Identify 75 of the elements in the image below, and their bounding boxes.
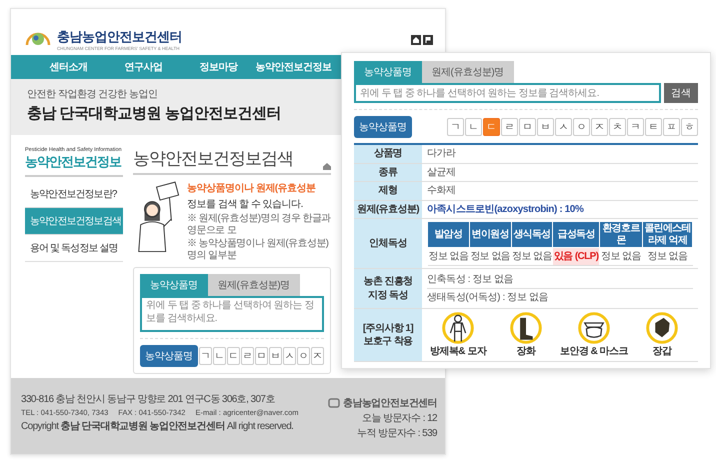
consonant-key[interactable]: ㅅ — [283, 347, 296, 365]
boots-icon — [510, 312, 542, 344]
row-value: 다가라 — [427, 148, 456, 160]
footer-address: 330-816 충남 천안시 동남구 망향로 201 연구C동 306호, 307호 — [21, 393, 276, 406]
goggles-mask-icon — [578, 312, 610, 344]
row-label: 인체독성 — [354, 218, 422, 268]
row-value: 살균제 — [427, 166, 456, 178]
intro-headline: 농약상품명이나 원제(유효성분 — [187, 182, 317, 195]
toxicity-note: 인축독성 : 정보 없음 — [427, 271, 693, 289]
search-tab[interactable]: 원제(유효성분)명 — [208, 274, 300, 296]
ppe-label: 보안경 & 마스크 — [560, 345, 628, 358]
consonant-key[interactable]: ㅁ — [255, 347, 268, 365]
toxicity-note: 생태독성(어독성) : 정보 없음 — [427, 291, 549, 305]
sidebar-title: 농약안전보건정보 — [25, 153, 123, 177]
intro-text: 정보를 검색 할 수 있습니다. — [187, 198, 304, 211]
banner-tagline: 안전한 작업환경 건강한 농업인 — [27, 88, 158, 101]
consonant-key[interactable]: ㄴ — [213, 347, 226, 365]
intro-note: ※ 원제(유효성분)명의 경우 한글과 영문으로 모 — [187, 213, 331, 236]
consonant-key[interactable]: ㄹ — [241, 347, 254, 365]
consonant-key[interactable]: ㄱ — [199, 347, 212, 365]
consonant-key[interactable]: ㅇ — [297, 347, 310, 365]
consonant-key[interactable]: ㅋ — [627, 118, 644, 136]
ppe-label: 장화 — [516, 345, 536, 358]
toxicity-header: 콜린에스테라제 억제 — [642, 222, 692, 248]
intro-note: ※ 농약상품명이나 원제(유효성분)명의 일부분 — [187, 238, 330, 261]
toxicity-header: 급성독성 — [552, 222, 600, 248]
consonant-key[interactable]: ㄹ — [501, 118, 518, 136]
visitor-count: 누적 방문자수 : 539 — [357, 427, 437, 440]
consonant-key[interactable]: ㅈ — [311, 347, 324, 365]
consonant-key[interactable]: ㄱ — [447, 118, 464, 136]
product-name-button[interactable]: 농약상품명 — [354, 116, 412, 138]
home-icon[interactable] — [411, 35, 421, 45]
ppe-label: 방제복& 모자 — [430, 345, 486, 358]
toxicity-header: 환경호르몬 — [599, 222, 643, 248]
consonant-key[interactable]: ㅇ — [573, 118, 590, 136]
consonant-key[interactable]: ㅁ — [519, 118, 536, 136]
sidebar-item[interactable]: 용어 및 독성정보 설명 — [25, 235, 123, 262]
consonant-key[interactable]: ㄷ — [227, 347, 240, 365]
consonant-key[interactable]: ㅂ — [269, 347, 282, 365]
banner-title: 충남 단국대학교병원 농업안전보건센터 — [27, 104, 281, 123]
row-label: 농촌 진흥청 지정 독성 — [354, 268, 422, 308]
row-label: [주의사항 1] 보호구 착용 — [354, 308, 422, 362]
toxicity-header: 변이원성 — [469, 222, 512, 248]
toxicity-header: 발암성 — [428, 222, 470, 248]
consonant-key[interactable]: ㄴ — [465, 118, 482, 136]
search-field[interactable]: 위에 두 탭 중 하나를 선택하여 원하는 정보를 검색하세요. — [140, 296, 324, 332]
product-name-button[interactable]: 농약상품명 — [140, 345, 198, 367]
visitor-count: 오늘 방문자수 : 12 — [362, 412, 437, 425]
footer-logo-text: 충남농업안전보건센터 — [342, 397, 437, 410]
row-value: 수화제 — [427, 185, 456, 196]
search-button[interactable]: 검색 — [664, 83, 698, 103]
footer-copyright: Copyright 충남 단국대학교병원 농업안전보건센터 All right reserved. — [21, 420, 294, 433]
row-label: 원제(유효성분) — [354, 200, 422, 218]
consonant-key[interactable]: ㅎ — [681, 118, 698, 136]
consonant-key[interactable]: ㅂ — [537, 118, 554, 136]
consonant-key[interactable]: ㅊ — [609, 118, 626, 136]
row-label: 상품명 — [354, 144, 422, 163]
home-icon — [323, 163, 331, 170]
row-label: 종류 — [354, 163, 422, 182]
ppe-label: 장갑 — [652, 345, 672, 358]
consonant-key[interactable]: ㅅ — [555, 118, 572, 136]
search-tab[interactable]: 원제(유효성분)명 — [422, 61, 514, 83]
toxicity-cell: 있음 (CLP) — [552, 248, 600, 266]
flag-icon[interactable] — [423, 35, 433, 45]
search-field[interactable]: 위에 두 탭 중 하나를 선택하여 원하는 정보를 검색하세요. — [354, 83, 661, 103]
ingredient-link[interactable]: 아족시스트로빈(azoxystrobin) : 10% — [427, 204, 584, 215]
consonant-key[interactable]: ㅈ — [591, 118, 608, 136]
consonant-key[interactable]: ㅍ — [663, 118, 680, 136]
toxicity-cell: 정보 없음 — [511, 248, 553, 266]
consonant-key[interactable]: ㅌ — [645, 118, 662, 136]
site-title: 충남농업안전보건센터 — [57, 28, 182, 46]
toxicity-header: 생식독성 — [511, 222, 553, 248]
row-label: 제형 — [354, 182, 422, 200]
suit-icon — [442, 312, 474, 344]
page-title: 농약안전보건정보검색 — [133, 148, 293, 170]
